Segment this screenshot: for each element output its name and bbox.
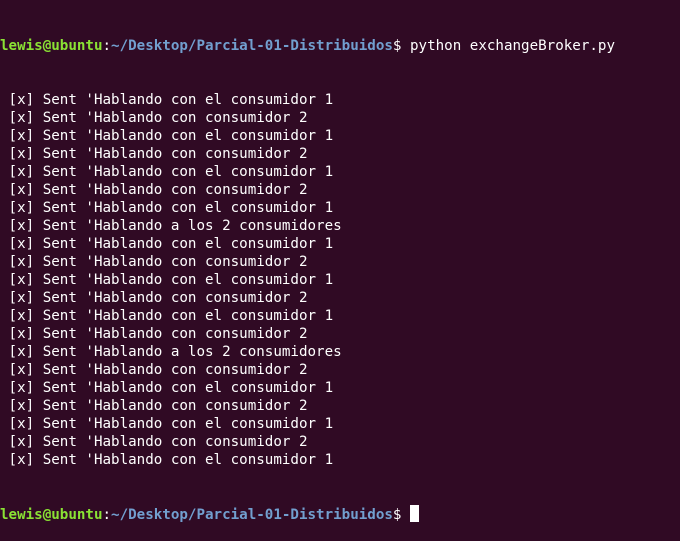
prompt-separator: : xyxy=(102,507,112,523)
output-line: [x] Sent 'Hablando a los 2 consumidores xyxy=(0,344,342,360)
output-line: [x] Sent 'Hablando con el consumidor 1 xyxy=(0,200,334,216)
prompt-separator: : xyxy=(102,38,112,54)
output-line: [x] Sent 'Hablando con el consumidor 1 xyxy=(0,236,334,252)
output-line: [x] Sent 'Hablando con consumidor 2 xyxy=(0,290,308,306)
prompt-dollar: $ xyxy=(392,507,411,523)
terminal-output: [x] Sent 'Hablando con el consumidor 1 [… xyxy=(0,91,680,469)
prompt-path: ~/Desktop/Parcial-01-Distribuidos xyxy=(111,507,393,523)
output-line: [x] Sent 'Hablando con consumidor 2 xyxy=(0,398,308,414)
command-text: python exchangeBroker.py xyxy=(410,38,616,54)
output-line: [x] Sent 'Hablando con consumidor 2 xyxy=(0,146,308,162)
prompt-path: ~/Desktop/Parcial-01-Distribuidos xyxy=(111,38,393,54)
output-line: [x] Sent 'Hablando con el consumidor 1 xyxy=(0,380,334,396)
output-line: [x] Sent 'Hablando con el consumidor 1 xyxy=(0,164,334,180)
current-prompt-line[interactable]: lewis@ubuntu:~/Desktop/Parcial-01-Distri… xyxy=(0,505,680,523)
output-line: [x] Sent 'Hablando con el consumidor 1 xyxy=(0,272,334,288)
output-line: [x] Sent 'Hablando con consumidor 2 xyxy=(0,326,308,342)
output-line: [x] Sent 'Hablando con consumidor 2 xyxy=(0,254,308,270)
output-line: [x] Sent 'Hablando con el consumidor 1 xyxy=(0,128,334,144)
output-line: [x] Sent 'Hablando con el consumidor 1 xyxy=(0,92,334,108)
output-line: [x] Sent 'Hablando con el consumidor 1 xyxy=(0,416,334,432)
output-line: [x] Sent 'Hablando a los 2 consumidores xyxy=(0,218,342,234)
prompt-user-host: lewis@ubuntu xyxy=(0,38,103,54)
prompt-user-host: lewis@ubuntu xyxy=(0,507,103,523)
terminal-window[interactable]: lewis@ubuntu:~/Desktop/Parcial-01-Distri… xyxy=(0,0,680,523)
command-line: lewis@ubuntu:~/Desktop/Parcial-01-Distri… xyxy=(0,37,680,55)
output-line: [x] Sent 'Hablando con consumidor 2 xyxy=(0,434,308,450)
output-line: [x] Sent 'Hablando con consumidor 2 xyxy=(0,182,308,198)
output-line: [x] Sent 'Hablando con el consumidor 1 xyxy=(0,308,334,324)
text-cursor xyxy=(410,505,420,522)
output-line: [x] Sent 'Hablando con el consumidor 1 xyxy=(0,452,334,468)
prompt-dollar: $ xyxy=(392,38,411,54)
output-line: [x] Sent 'Hablando con consumidor 2 xyxy=(0,362,308,378)
output-line: [x] Sent 'Hablando con consumidor 2 xyxy=(0,110,308,126)
